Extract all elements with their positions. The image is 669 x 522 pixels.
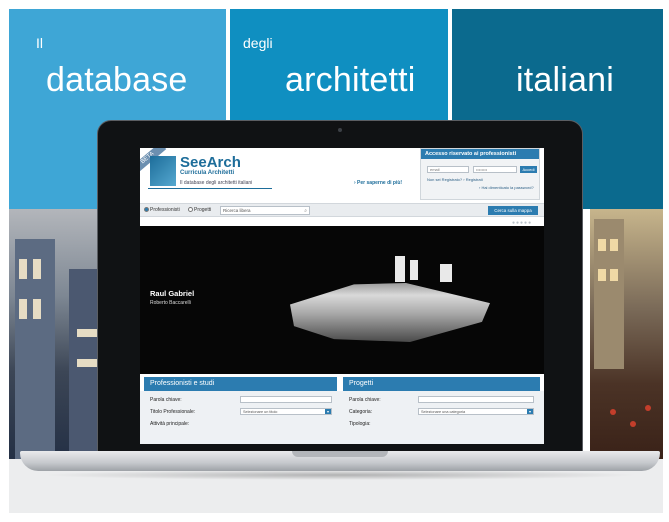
logo-divider <box>148 188 272 189</box>
hero-author: Roberto Baccarelli <box>150 300 191 306</box>
model-tower <box>410 260 418 280</box>
architectural-model-image <box>290 282 490 342</box>
site-logo-description: Il database degli architetti italiani <box>180 180 253 186</box>
projects-keyword-input[interactable] <box>418 396 534 403</box>
site-logo-subtitle: Curricula Architetti <box>180 170 235 176</box>
professionals-keyword-label: Parola chiave: <box>150 397 182 403</box>
laptop-lid: BETA SeeArch Curricula Architetti Il dat… <box>97 120 583 455</box>
search-icon[interactable]: ⌕ <box>304 207 307 215</box>
laptop-screen: BETA SeeArch Curricula Architetti Il dat… <box>140 148 544 444</box>
radio-professionals-label: Professionisti <box>150 207 180 213</box>
map-search-button[interactable]: Cerca sulla mappa <box>488 206 538 215</box>
dropdown-arrow-icon: ▾ <box>527 409 533 414</box>
forgot-password-link[interactable]: › Hai dimenticato la password? <box>479 185 534 190</box>
radio-selected-icon <box>144 207 149 213</box>
not-registered-text: Non sei Registrato? <box>427 177 463 182</box>
more-info-link[interactable]: › Per saperne di più! <box>354 180 402 186</box>
professionals-title-select[interactable]: Selezionare un titolo ▾ <box>240 408 332 415</box>
login-box: Accesso riservato ai professionisti emai… <box>420 148 540 200</box>
camera-icon <box>338 128 342 132</box>
banner-word-degli: degli <box>243 35 273 51</box>
laptop-base <box>20 451 660 471</box>
hero-slideshow[interactable]: Raul Gabriel Roberto Baccarelli <box>140 226 544 374</box>
projects-category-select-value: Selezionare una categoria <box>421 410 466 414</box>
projects-keyword-label: Parola chiave: <box>349 397 381 403</box>
projects-category-select[interactable]: Selezionare una categoria ▾ <box>418 408 534 415</box>
site-header: BETA SeeArch Curricula Architetti Il dat… <box>140 148 544 202</box>
banner-word-database: database <box>46 61 188 99</box>
banner-word-il: Il <box>36 35 43 51</box>
laptop-notch <box>292 451 388 457</box>
projects-category-label: Categoria: <box>349 409 373 415</box>
projects-type-label: Tipologia: <box>349 421 371 427</box>
login-email-input[interactable]: email <box>427 166 469 173</box>
building-photo-right <box>590 209 663 459</box>
login-password-input[interactable]: •••••••• <box>473 166 517 173</box>
search-forms: Parola chiave: Titolo Professionale: Sel… <box>140 391 544 444</box>
professionals-panel-title: Professionisti e studi <box>144 377 337 391</box>
search-bar: Professionisti Progetti Ricerca libera ⌕… <box>140 203 544 217</box>
search-input[interactable]: Ricerca libera ⌕ <box>220 206 310 215</box>
login-submit-button[interactable]: Accedi <box>520 166 537 173</box>
professionals-title-select-value: Selezionare un titolo <box>243 410 278 414</box>
banner-word-architetti: architetti <box>285 61 416 99</box>
radio-professionals[interactable]: Professionisti <box>144 207 180 213</box>
dropdown-arrow-icon: ▾ <box>325 409 331 414</box>
logo-icon <box>150 156 176 186</box>
radio-projects-label: Progetti <box>194 207 212 213</box>
professionals-activity-label: Attività principale: <box>150 421 190 427</box>
hero-project-name: Raul Gabriel <box>150 289 195 298</box>
model-tower <box>395 256 405 282</box>
banner-word-italiani: italiani <box>516 61 614 99</box>
register-link[interactable]: › Registrati <box>463 177 482 182</box>
projects-panel-title: Progetti <box>343 377 540 391</box>
search-input-placeholder: Ricerca libera <box>223 208 251 213</box>
radio-unselected-icon <box>188 207 193 213</box>
laptop-shadow <box>40 470 640 480</box>
professionals-keyword-input[interactable] <box>240 396 332 403</box>
professionals-title-label: Titolo Professionale: <box>150 409 196 415</box>
radio-projects[interactable]: Progetti <box>188 207 211 213</box>
site-logo-name[interactable]: SeeArch <box>180 154 241 171</box>
model-tower <box>440 264 452 282</box>
login-register-row: Non sei Registrato? › Registrati <box>427 177 483 182</box>
login-title: Accesso riservato ai professionisti <box>421 149 539 159</box>
